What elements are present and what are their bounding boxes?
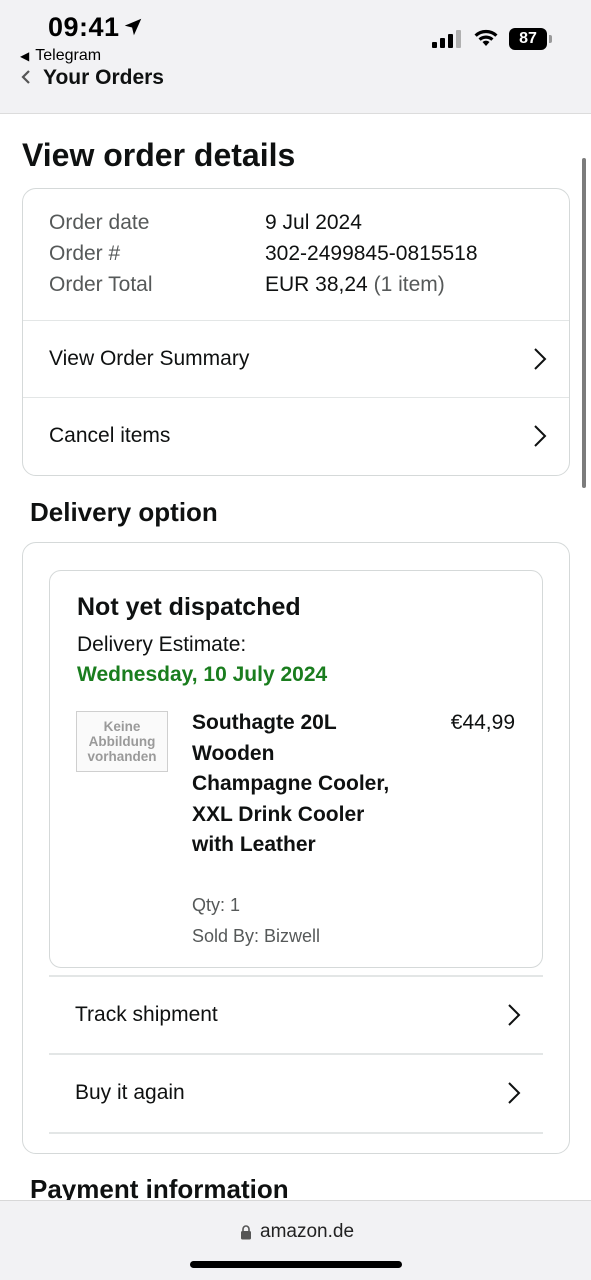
placeholder-text-line: Keine (103, 719, 141, 734)
battery-level: 87 (509, 28, 547, 50)
product-title-line: Champagne Cooler, (192, 772, 390, 795)
order-info: Order date 9 Jul 2024 Order # 302-249984… (49, 211, 478, 304)
status-bar: 09:41 ◀ Telegram 87 (0, 0, 591, 72)
order-total-amount: EUR 38,24 (265, 273, 368, 296)
product-image-placeholder[interactable]: Keine Abbildung vorhanden (76, 711, 168, 772)
chevron-right-icon (508, 1004, 521, 1026)
view-order-summary-label: View Order Summary (49, 347, 250, 370)
battery-indicator: 87 (509, 28, 553, 50)
url-text[interactable]: amazon.de (260, 1221, 354, 1243)
home-indicator[interactable] (190, 1261, 402, 1268)
product-title-link[interactable]: Southagte 20L Wooden Champagne Cooler, X… (192, 708, 422, 861)
order-total-row: Order Total EUR 38,24 (1 item) (49, 273, 478, 304)
order-total-label: Order Total (49, 273, 153, 296)
page-title: View order details (22, 137, 296, 173)
order-total-items: (1 item) (373, 273, 445, 296)
lock-icon (241, 1225, 251, 1240)
product-title-line: Southagte 20L (192, 711, 337, 734)
view-order-summary-link[interactable]: View Order Summary (23, 321, 569, 397)
product-title-line: Wooden (192, 741, 275, 765)
product-title-line: XXL Drink Cooler (192, 802, 365, 826)
wifi-icon (474, 29, 498, 46)
track-shipment-label: Track shipment (75, 1003, 218, 1026)
delivery-estimate-label: Delivery Estimate: (77, 633, 247, 656)
order-date-row: Order date 9 Jul 2024 (49, 211, 478, 242)
placeholder-text-line: Abbildung (88, 734, 156, 749)
product-title-line: with Leather (192, 833, 316, 856)
order-date-value: 9 Jul 2024 (265, 211, 362, 234)
scrollbar[interactable] (582, 158, 586, 488)
buy-it-again-label: Buy it again (75, 1081, 185, 1104)
product-seller: Sold By: Bizwell (192, 926, 321, 946)
screen: 09:41 ◀ Telegram 87 Your Orders View ord… (0, 0, 591, 1280)
chevron-left-icon[interactable] (20, 70, 34, 84)
shipment-status: Not yet dispatched (77, 593, 301, 621)
back-app-label: Telegram (35, 47, 102, 64)
cellular-signal-icon (432, 30, 461, 48)
browser-url-bar[interactable]: amazon.de (0, 1200, 591, 1280)
nav-back-title[interactable]: Your Orders (43, 66, 164, 90)
status-time: 09:41 (48, 12, 120, 42)
product-qty: Qty: 1 (192, 895, 241, 915)
battery-cap (549, 35, 552, 43)
nav-bar: Your Orders (0, 66, 591, 114)
shipment-box: Not yet dispatched Delivery Estimate: We… (49, 570, 543, 968)
chevron-right-icon (534, 348, 547, 370)
order-number-row: Order # 302-2499845-0815518 (49, 242, 478, 273)
back-triangle-icon: ◀ (20, 49, 30, 63)
cancel-items-link[interactable]: Cancel items (23, 398, 569, 474)
divider (49, 1132, 543, 1134)
delivery-estimate-date: Wednesday, 10 July 2024 (77, 663, 328, 686)
order-number-value: 302-2499845-0815518 (265, 242, 478, 265)
back-to-app-button[interactable]: ◀ Telegram (20, 47, 101, 65)
buy-it-again-link[interactable]: Buy it again (49, 1055, 543, 1131)
order-date-label: Order date (49, 211, 150, 234)
location-arrow-icon (124, 18, 142, 36)
chevron-right-icon (508, 1082, 521, 1104)
chevron-right-icon (534, 425, 547, 447)
placeholder-text-line: vorhanden (87, 749, 157, 764)
delivery-card: Not yet dispatched Delivery Estimate: We… (22, 542, 570, 1154)
cancel-items-label: Cancel items (49, 424, 171, 447)
order-total-value: EUR 38,24 (1 item) (265, 273, 445, 304)
product-price: €44,99 (450, 711, 515, 734)
delivery-heading: Delivery option (30, 497, 218, 527)
track-shipment-link[interactable]: Track shipment (49, 977, 543, 1053)
order-number-label: Order # (49, 242, 121, 265)
order-info-card: Order date 9 Jul 2024 Order # 302-249984… (22, 188, 570, 476)
